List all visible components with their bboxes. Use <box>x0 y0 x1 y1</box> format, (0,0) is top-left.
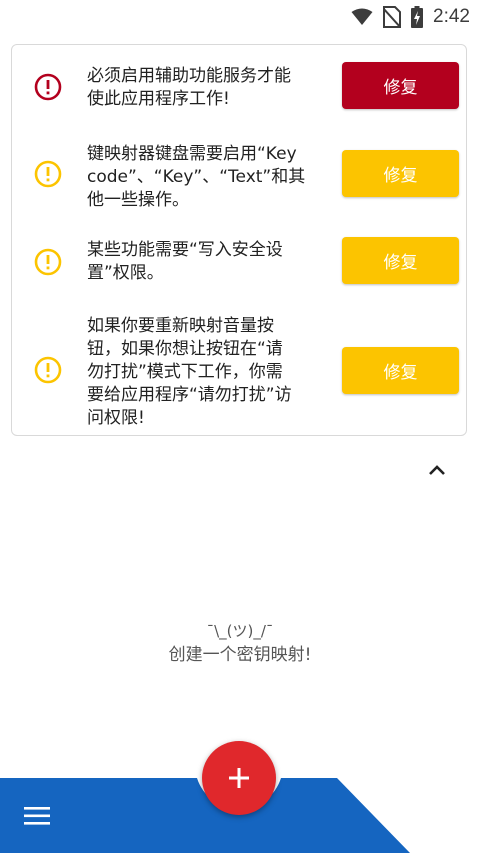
fix-item: 必须启用辅助功能服务才能 使此应用程序工作! 修复 <box>12 61 466 121</box>
fix-button[interactable]: 修复 <box>342 347 459 394</box>
fix-item-text: 键映射器键盘需要启用“Key code”、“Key”、“Text”和其 他一些操… <box>87 144 306 210</box>
wifi-icon <box>351 8 373 26</box>
empty-state-emoticon: ¯\_(ツ)_/¯ <box>206 622 274 640</box>
warning-icon <box>34 248 62 276</box>
fix-item: 某些功能需要“写入安全设 置”权限。 修复 <box>12 237 466 287</box>
fix-button[interactable]: 修复 <box>342 62 459 109</box>
no-sim-icon <box>383 6 402 28</box>
empty-state-message: 创建一个密钥映射! <box>168 645 312 665</box>
fix-button[interactable]: 修复 <box>342 237 459 284</box>
fix-button[interactable]: 修复 <box>342 150 459 197</box>
fix-item-text: 必须启用辅助功能服务才能 使此应用程序工作! <box>87 66 291 109</box>
fix-item-text: 如果你要重新映射音量按 钮，如果你想让按钮在“请 勿打扰”模式下工作，你需 要给… <box>87 316 292 428</box>
status-icons: 2:42 <box>351 4 470 30</box>
chevron-up-icon[interactable] <box>424 460 450 480</box>
fix-item-text: 某些功能需要“写入安全设 置”权限。 <box>87 240 283 283</box>
status-bar: 2:42 <box>0 0 480 34</box>
warning-icon <box>34 160 62 188</box>
add-keymap-button[interactable] <box>202 741 276 815</box>
plus-icon <box>229 768 249 788</box>
fix-list-card: 必须启用辅助功能服务才能 使此应用程序工作! 修复 键映射器键盘需要启用“Key… <box>11 44 467 436</box>
status-time: 2:42 <box>433 6 470 27</box>
warning-icon <box>34 356 62 384</box>
fix-item: 键映射器键盘需要启用“Key code”、“Key”、“Text”和其 他一些操… <box>12 141 466 216</box>
fix-item: 如果你要重新映射音量按 钮，如果你想让按钮在“请 勿打扰”模式下工作，你需 要给… <box>12 313 466 431</box>
battery-charging-icon <box>411 6 424 28</box>
menu-icon[interactable] <box>24 807 50 825</box>
error-icon <box>34 73 62 101</box>
